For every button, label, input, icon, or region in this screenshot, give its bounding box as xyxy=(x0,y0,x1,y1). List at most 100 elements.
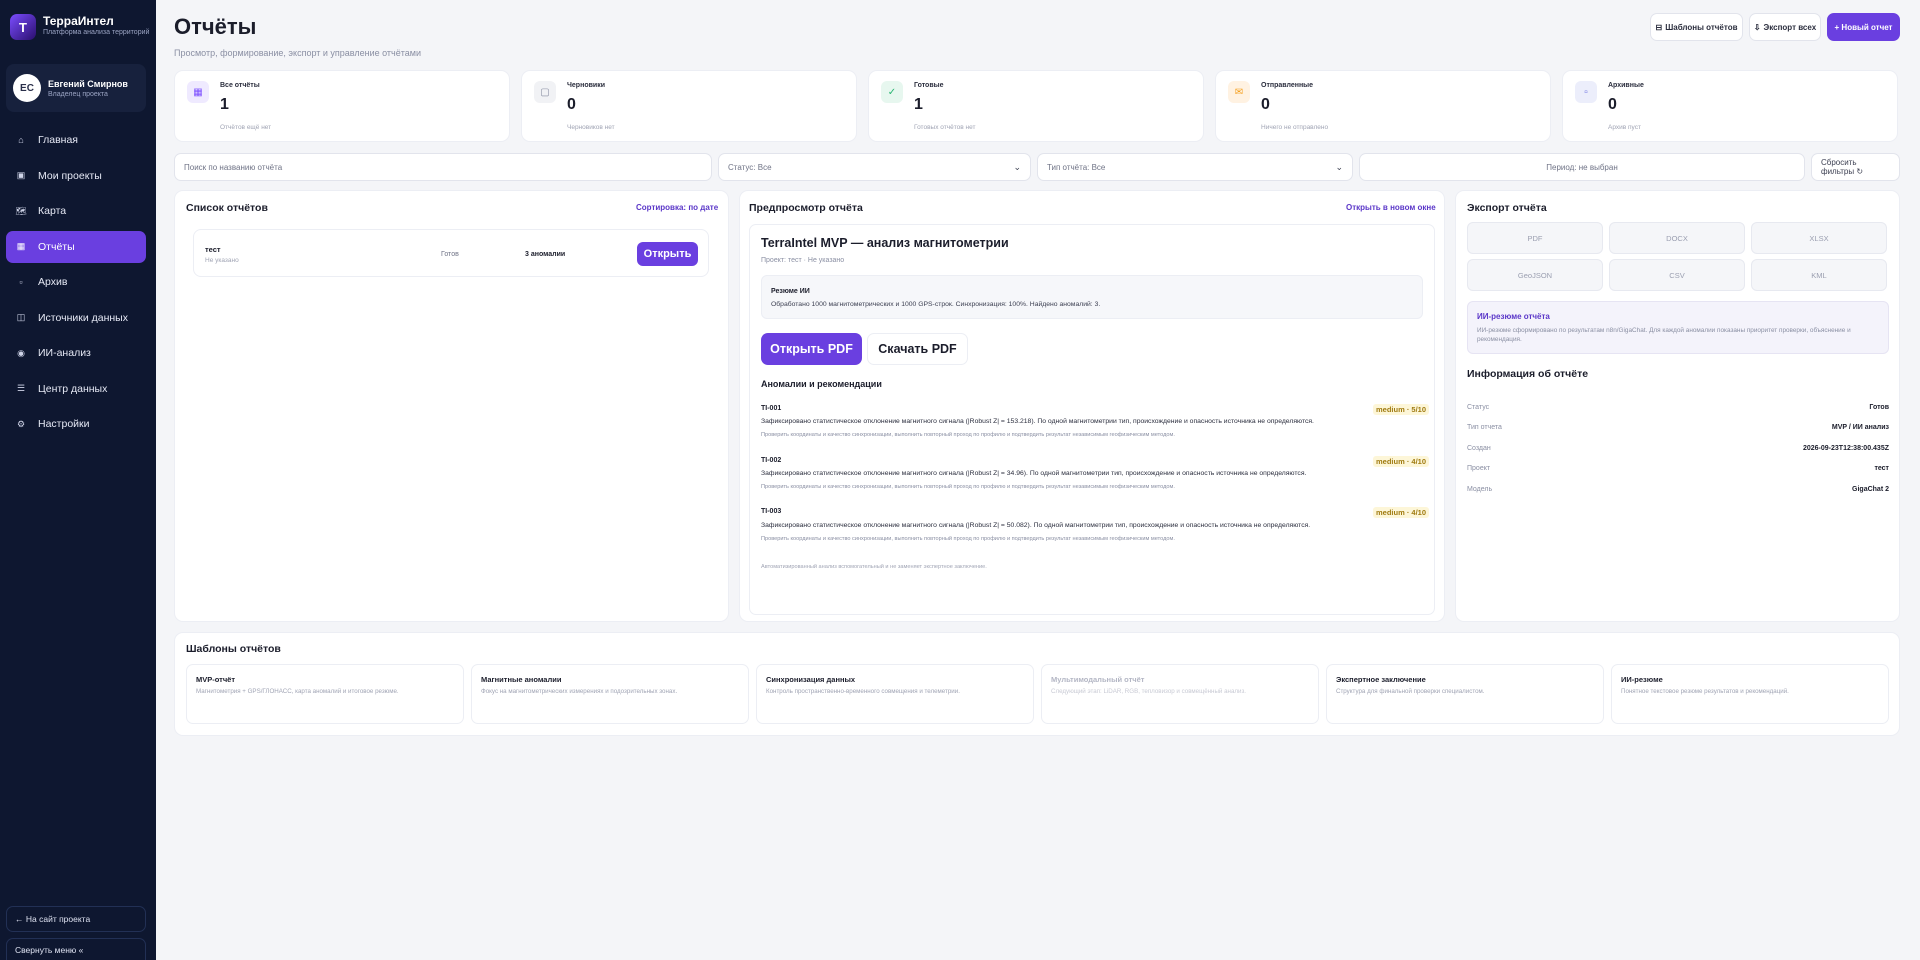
stat-value: 1 xyxy=(914,96,923,113)
export-kml-button[interactable]: KML xyxy=(1751,259,1887,291)
stat-card-archived[interactable]: ▫ Архивные 0 Архив пуст xyxy=(1562,70,1898,142)
ai-resume-box: ИИ-резюме отчёта ИИ-резюме сформировано … xyxy=(1467,301,1889,354)
sidebar-item-projects[interactable]: ▣ Мои проекты xyxy=(6,160,146,192)
info-value: тест xyxy=(1874,465,1889,472)
preview-title: Предпросмотр отчёта xyxy=(749,202,863,214)
reports-icon: ▦ xyxy=(16,241,26,251)
export-csv-button[interactable]: CSV xyxy=(1609,259,1745,291)
search-input[interactable]: Поиск по названию отчёта xyxy=(174,153,712,181)
export-pdf-button[interactable]: PDF xyxy=(1467,222,1603,254)
report-title: TerraIntel MVP — анализ магнитометрии xyxy=(761,236,1009,250)
sidebar-item-label: Источники данных xyxy=(38,311,128,324)
stat-card-sent[interactable]: ✉ Отправленные 0 Ничего не отправлено xyxy=(1215,70,1551,142)
sidebar-item-archive[interactable]: ▫ Архив xyxy=(6,266,146,298)
export-xlsx-button[interactable]: XLSX xyxy=(1751,222,1887,254)
back-to-site-link[interactable]: ← На сайт проекта xyxy=(6,906,146,932)
report-name: тест xyxy=(205,245,221,254)
archive-icon: ▫ xyxy=(19,277,23,287)
brand-name: ТерраИнтел xyxy=(43,14,114,28)
sidebar-item-label: Центр данных xyxy=(38,382,108,395)
stat-label: Все отчёты xyxy=(220,82,260,89)
info-value: GigaChat 2 xyxy=(1852,486,1889,493)
sidebar-item-ai[interactable]: ◉ ИИ-анализ xyxy=(6,337,146,369)
sidebar-item-map[interactable]: 🗺 Карта xyxy=(6,195,146,227)
anomaly-score-badge: medium · 5/10 xyxy=(1373,404,1430,415)
type-select[interactable]: Тип отчёта: Все ⌄ xyxy=(1037,153,1353,181)
user-name: Евгений Смирнов xyxy=(48,78,128,89)
info-value: MVP / ИИ анализ xyxy=(1831,424,1889,431)
templates-title: Шаблоны отчётов xyxy=(186,643,281,655)
info-key: Тип отчета xyxy=(1467,424,1502,431)
anomaly-id: TI-001 xyxy=(761,405,782,412)
stat-label: Отправленные xyxy=(1261,82,1314,89)
export-geojson-button[interactable]: GeoJSON xyxy=(1467,259,1603,291)
anomaly-score-badge: medium · 4/10 xyxy=(1373,507,1430,518)
anomaly-score-badge: medium · 4/10 xyxy=(1373,456,1430,467)
stat-note: Черновиков нет xyxy=(567,124,615,131)
anomaly-text: Зафиксировано статистическое отклонение … xyxy=(761,470,1307,477)
open-report-button[interactable]: Открыть xyxy=(637,242,698,266)
template-name: Магнитные аномалии xyxy=(481,675,562,684)
stat-note: Готовых отчётов нет xyxy=(914,124,976,131)
collapse-menu-button[interactable]: Свернуть меню « xyxy=(6,938,146,960)
template-name: Мультимодальный отчёт xyxy=(1051,675,1145,684)
anomaly-recommendation: Проверить координаты и качество синхрони… xyxy=(761,432,1175,438)
template-name: ИИ-резюме xyxy=(1621,675,1663,684)
period-picker[interactable]: Период: не выбран xyxy=(1359,153,1805,181)
template-name: Синхронизация данных xyxy=(766,675,856,684)
sort-button[interactable]: Сортировка: по дате xyxy=(636,203,718,212)
map-icon: 🗺 xyxy=(15,205,27,216)
info-key: Статус xyxy=(1467,404,1490,411)
chevron-down-icon: ⌄ xyxy=(1013,161,1021,172)
reset-filters-button[interactable]: Сбросить фильтры ↻ xyxy=(1811,153,1900,181)
reports-icon: ▦ xyxy=(187,81,209,103)
draft-icon: ▢ xyxy=(534,81,556,103)
sidebar-item-datacenter[interactable]: ☰ Центр данных xyxy=(6,373,146,405)
sources-icon: ◫ xyxy=(16,312,26,322)
stat-card-all[interactable]: ▦ Все отчёты 1 Отчётов ещё нет xyxy=(174,70,510,142)
status-select[interactable]: Статус: Все ⌄ xyxy=(718,153,1031,181)
sidebar-item-sources[interactable]: ◫ Источники данных xyxy=(6,302,146,334)
open-pdf-button[interactable]: Открыть PDF xyxy=(761,333,862,365)
template-desc: Контроль пространственно-временного совм… xyxy=(766,688,960,695)
open-new-window-link[interactable]: Открыть в новом окне xyxy=(1346,203,1436,212)
template-card-ai-resume[interactable]: ИИ-резюме Понятное текстовое резюме резул… xyxy=(1611,664,1889,724)
stat-value: 0 xyxy=(1608,96,1617,113)
template-desc: Следующий этап: LiDAR, RGB, тепловизор и… xyxy=(1051,688,1247,695)
report-anomalies: 3 аномалии xyxy=(525,251,566,258)
sidebar-item-settings[interactable]: ⚙ Настройки xyxy=(6,408,146,440)
stat-card-ready[interactable]: ✓ Готовые 1 Готовых отчётов нет xyxy=(868,70,1204,142)
user-card[interactable]: ЕС Евгений Смирнов Владелец проекта xyxy=(6,64,146,112)
template-card-magnetic[interactable]: Магнитные аномалии Фокус на магнитометрич… xyxy=(471,664,749,724)
export-all-button[interactable]: ⇩ Экспорт всех xyxy=(1749,13,1821,41)
template-name: MVP-отчёт xyxy=(196,675,236,684)
export-docx-button[interactable]: DOCX xyxy=(1609,222,1745,254)
export-all-label: Экспорт всех xyxy=(1763,22,1817,32)
sidebar-item-reports[interactable]: ▦ Отчёты xyxy=(6,230,146,263)
anomaly-text: Зафиксировано статистическое отклонение … xyxy=(761,522,1311,529)
anomaly-id: TI-002 xyxy=(761,457,782,464)
report-status: Готов xyxy=(441,251,459,258)
stat-card-drafts[interactable]: ▢ Черновики 0 Черновиков нет xyxy=(521,70,857,142)
template-desc: Понятное текстовое резюме результатов и … xyxy=(1621,688,1789,695)
new-report-button[interactable]: + Новый отчет xyxy=(1827,13,1900,41)
info-row-model: Модель GigaChat 2 xyxy=(1467,486,1889,498)
report-list-title: Список отчётов xyxy=(186,202,268,214)
check-icon: ✓ xyxy=(881,81,903,103)
settings-icon: ⚙ xyxy=(16,418,26,429)
download-pdf-button[interactable]: Скачать PDF xyxy=(867,333,968,365)
avatar: ЕС xyxy=(13,74,41,102)
disclaimer: Автоматизированный анализ вспомогательны… xyxy=(761,564,987,570)
brand[interactable]: T ТерраИнтел Платформа анализа территори… xyxy=(10,14,150,48)
table-row[interactable]: тест Не указано Готов 3 аномалии Открыть xyxy=(193,229,709,277)
info-row-created: Создан 2026-09-23T12:38:00.435Z xyxy=(1467,445,1889,457)
archive-icon: ▫ xyxy=(1575,81,1597,103)
template-card-expert[interactable]: Экспертное заключение Структура для финал… xyxy=(1326,664,1604,724)
template-card-sync[interactable]: Синхронизация данных Контроль пространств… xyxy=(756,664,1034,724)
anomalies-title: Аномалии и рекомендации xyxy=(761,379,882,389)
template-card-mvp[interactable]: MVP-отчёт Магнитометрия + GPS/ГЛОНАСС, ка… xyxy=(186,664,464,724)
sidebar-item-label: Главная xyxy=(38,134,78,146)
templates-button[interactable]: ⊟ Шаблоны отчётов xyxy=(1650,13,1743,41)
stat-note: Отчётов ещё нет xyxy=(220,124,272,131)
sidebar-item-home[interactable]: ⌂ Главная xyxy=(6,124,146,156)
